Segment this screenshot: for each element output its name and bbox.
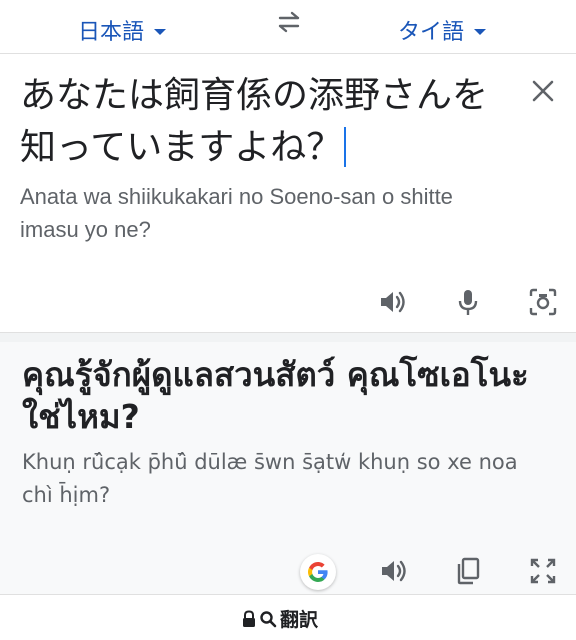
source-text: あなたは飼育係の添野さんを知っていますよね？	[20, 75, 489, 168]
mic-icon	[458, 290, 478, 315]
target-language-select[interactable]: タイ語	[398, 14, 487, 46]
voice-input-button[interactable]	[452, 286, 484, 318]
source-listen-button[interactable]	[376, 286, 408, 318]
camera-icon	[529, 288, 557, 316]
chevron-down-icon	[474, 29, 487, 35]
translation-panel: คุณรู้จักผู้ดูแลสวนสัตว์ คุณโซเอโนะ ใช่ไ…	[0, 342, 576, 594]
chevron-down-icon	[154, 29, 167, 35]
google-logo-icon	[308, 562, 328, 582]
text-cursor	[344, 127, 347, 167]
swap-arrows-icon	[278, 11, 300, 33]
search-icon	[260, 610, 277, 627]
google-search-button[interactable]	[300, 554, 336, 590]
copy-translation-button[interactable]	[452, 555, 484, 587]
swap-languages-button[interactable]	[272, 8, 306, 36]
translation-text: คุณรู้จักผู้ดูแลสวนสัตว์ คุณโซเอโนะ ใช่ไ…	[22, 355, 529, 436]
translation-listen-button[interactable]	[377, 555, 409, 587]
speaker-icon	[381, 291, 405, 313]
panel-divider	[0, 332, 576, 342]
copy-icon	[457, 557, 480, 585]
speaker-icon	[382, 560, 406, 582]
source-panel: あなたは飼育係の添野さんを知っていますよね？ Anata wa shiikuka…	[0, 54, 576, 332]
clear-text-button[interactable]	[528, 76, 558, 106]
address-bar-label: 翻訳	[280, 609, 319, 631]
source-text-input[interactable]: あなたは飼育係の添野さんを知っていますよね？	[20, 70, 490, 174]
lock-icon	[243, 609, 255, 627]
source-romanization: Anata wa shiikukakari no Soeno-san o shi…	[20, 184, 453, 242]
browser-address-bar[interactable]: 翻訳	[0, 594, 576, 640]
close-icon	[532, 80, 554, 102]
fullscreen-icon	[530, 558, 556, 584]
address-bar-content: 翻訳	[242, 605, 318, 632]
source-language-label: 日本語	[78, 19, 145, 44]
language-bar: 日本語 タイ語	[0, 0, 576, 54]
source-language-select[interactable]: 日本語	[78, 14, 167, 46]
fullscreen-button[interactable]	[527, 555, 559, 587]
camera-input-button[interactable]	[527, 286, 559, 318]
translation-romanization: Khuṇ rū̂cạk p̄hū̂ dūlæ s̄wn s̄ạtw̒ khuṇ …	[22, 450, 518, 507]
target-language-label: タイ語	[398, 19, 465, 44]
